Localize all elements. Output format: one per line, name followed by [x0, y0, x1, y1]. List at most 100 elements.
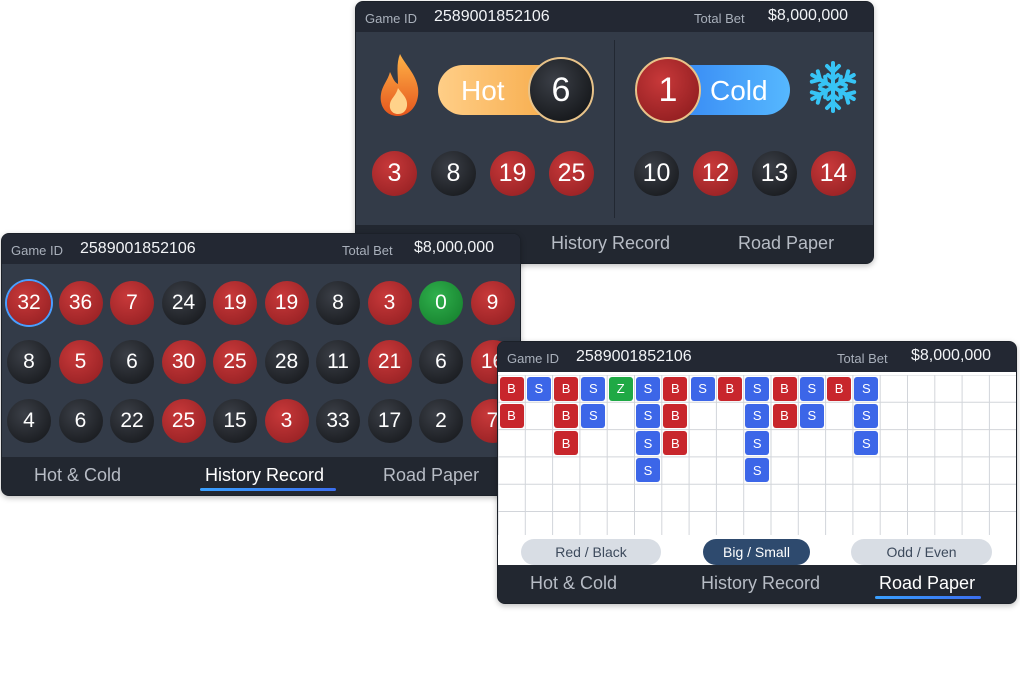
total-bet-label: Total Bet — [342, 243, 393, 258]
total-bet-label: Total Bet — [694, 11, 745, 26]
active-tab-indicator — [875, 596, 981, 599]
odd-even-button[interactable]: Odd / Even — [851, 539, 992, 565]
number-ball: 7 — [110, 281, 154, 325]
number-ball: 17 — [367, 399, 412, 443]
game-id-label: Game ID — [507, 351, 560, 366]
road-cell: S — [745, 458, 770, 483]
road-cell: B — [827, 376, 852, 401]
road-cell: S — [745, 376, 770, 401]
big-small-button[interactable]: Big / Small — [703, 539, 810, 565]
road-cell: B — [554, 403, 579, 428]
road-cell: S — [526, 376, 551, 401]
number-ball: 22 — [110, 399, 154, 443]
number-ball: 28 — [264, 340, 309, 384]
road-cell: B — [554, 376, 579, 401]
number-ball: 25 — [549, 151, 594, 196]
road-cell: S — [636, 403, 660, 428]
number-ball: 6 — [110, 340, 154, 384]
cold-label: Cold — [710, 75, 768, 106]
number-ball: 13 — [752, 151, 797, 196]
road-cell: S — [636, 458, 660, 483]
hot-label: Hot — [461, 75, 505, 106]
history-record-panel: Game ID 2589001852106 Total Bet $8,000,0… — [1, 233, 521, 496]
total-bet-value: $8,000,000 — [414, 239, 495, 256]
road-paper-panel: Game ID 2589001852106 Total Bet $8,000,0… — [497, 341, 1017, 604]
number-ball: 25 — [161, 399, 206, 443]
road-cell: S — [690, 376, 715, 401]
tab-bar: Hot & Cold History Record Road Paper — [498, 565, 1016, 603]
number-ball: 8 — [316, 281, 360, 325]
cold-count-ball: 1 — [635, 57, 701, 123]
total-bet-value: $8,000,000 — [768, 7, 849, 24]
tab-hot-cold[interactable]: Hot & Cold — [34, 465, 121, 486]
number-ball: 8 — [431, 151, 476, 196]
tab-history-record[interactable]: History Record — [551, 233, 670, 254]
tab-history-record[interactable]: History Record — [701, 573, 820, 594]
panel-header: Game ID 2589001852106 Total Bet $8,000,0… — [356, 2, 873, 32]
number-ball: 15 — [213, 399, 257, 443]
hot-cold-divider — [614, 40, 615, 218]
number-ball: 25 — [213, 340, 257, 384]
game-id-label: Game ID — [11, 243, 64, 258]
number-ball: 6 — [419, 340, 463, 384]
tab-road-paper[interactable]: Road Paper — [383, 465, 479, 486]
road-cell: Z — [608, 376, 633, 401]
number-ball: 4 — [7, 399, 51, 443]
red-black-button[interactable]: Red / Black — [521, 539, 661, 565]
number-ball: 19 — [213, 281, 257, 325]
number-ball: 3 — [264, 399, 309, 443]
number-ball: 8 — [7, 340, 51, 384]
road-cell: B — [663, 403, 688, 428]
number-ball: 36 — [58, 281, 103, 325]
road-cell: S — [854, 431, 879, 456]
road-cell: S — [799, 376, 824, 401]
number-ball: 19 — [490, 151, 535, 196]
number-ball: 11 — [316, 340, 360, 384]
game-id-value: 2589001852106 — [576, 348, 692, 365]
number-ball: 6 — [58, 399, 103, 443]
road-cell: S — [636, 376, 660, 401]
game-id-label: Game ID — [365, 11, 418, 26]
number-ball: 10 — [634, 151, 679, 196]
road-cell: S — [745, 431, 770, 456]
tab-road-paper[interactable]: Road Paper — [738, 233, 834, 254]
number-ball: 30 — [161, 340, 206, 384]
panel-header: Game ID 2589001852106 Total Bet $8,000,0… — [2, 234, 520, 264]
number-ball: 12 — [693, 151, 738, 196]
number-ball: 21 — [367, 340, 412, 384]
road-cell: S — [581, 403, 606, 428]
road-cell: B — [772, 376, 797, 401]
number-ball: 5 — [58, 340, 103, 384]
road-cell: B — [772, 403, 797, 428]
road-cell: B — [554, 431, 579, 456]
number-ball: 2 — [419, 399, 463, 443]
number-ball: 3 — [367, 281, 412, 325]
hot-cold-panel: Game ID 2589001852106 Total Bet $8,000,0… — [355, 1, 874, 264]
road-cell: S — [854, 376, 879, 401]
panel-header: Game ID 2589001852106 Total Bet $8,000,0… — [498, 342, 1016, 372]
total-bet-value: $8,000,000 — [911, 347, 992, 364]
total-bet-label: Total Bet — [837, 351, 888, 366]
number-ball: 33 — [316, 399, 360, 443]
number-ball: 14 — [811, 151, 856, 196]
tab-history-record[interactable]: History Record — [205, 465, 324, 486]
road-cell: B — [499, 403, 524, 428]
snowflake-icon — [807, 61, 859, 113]
tab-bar: Hot & Cold History Record Road Paper — [2, 457, 520, 495]
number-ball: 19 — [264, 281, 309, 325]
road-cell: B — [663, 376, 688, 401]
tab-hot-cold[interactable]: Hot & Cold — [530, 573, 617, 594]
road-cell: S — [854, 403, 879, 428]
number-ball: 0 — [419, 281, 463, 325]
number-ball: 24 — [161, 281, 206, 325]
game-id-value: 2589001852106 — [434, 8, 550, 25]
road-cell: B — [499, 376, 524, 401]
game-id-value: 2589001852106 — [80, 240, 196, 257]
road-cell: S — [636, 431, 660, 456]
active-tab-indicator — [200, 488, 336, 491]
road-cell: S — [581, 376, 606, 401]
road-cell: S — [799, 403, 824, 428]
number-ball: 32 — [7, 281, 51, 325]
road-cell: S — [745, 403, 770, 428]
tab-road-paper[interactable]: Road Paper — [879, 573, 975, 594]
